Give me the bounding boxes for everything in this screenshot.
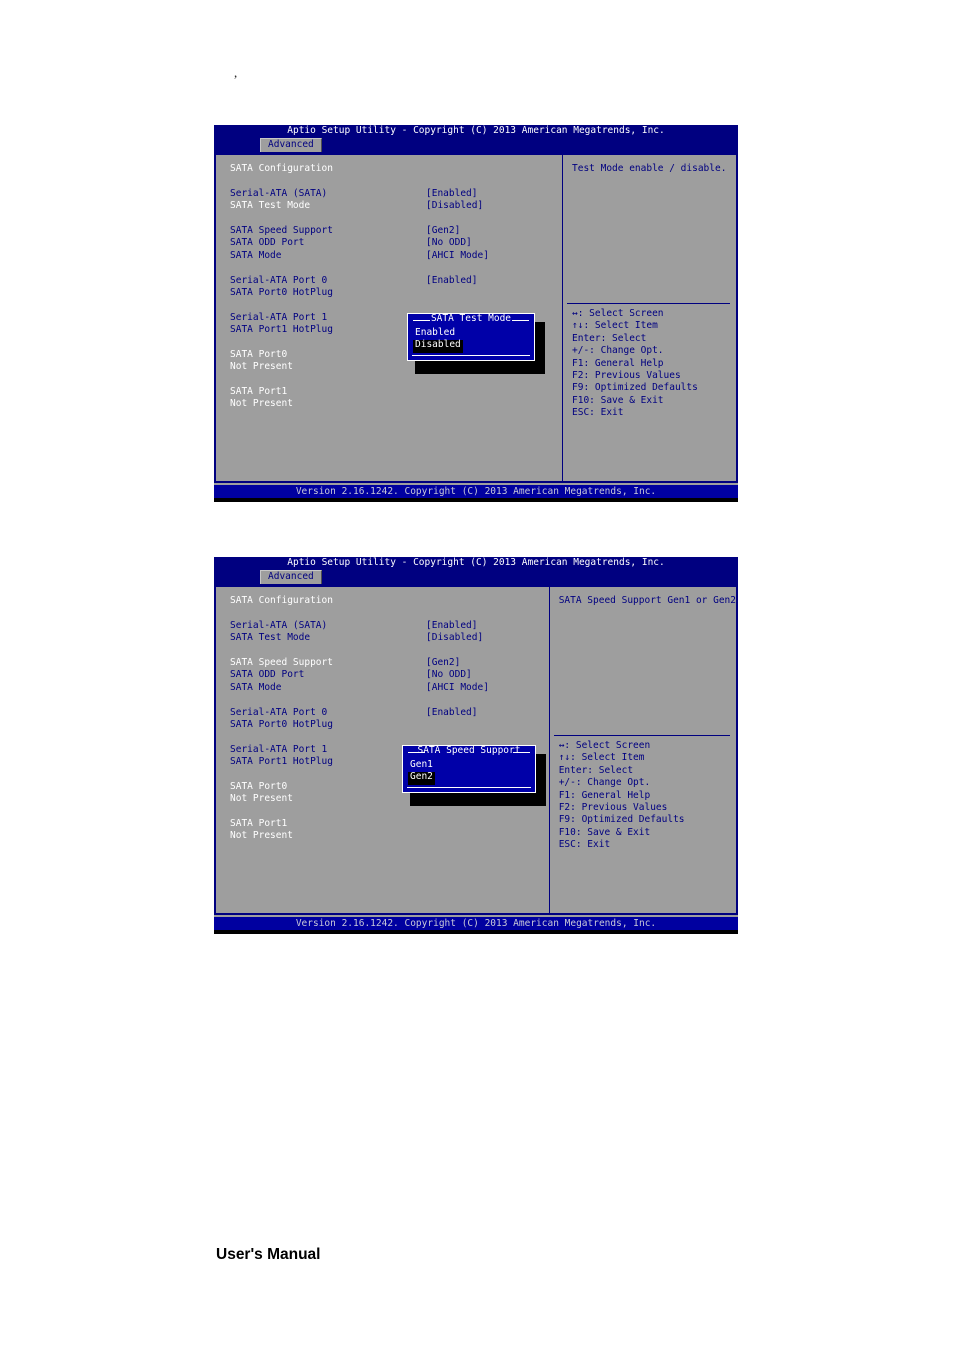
gap xyxy=(230,608,549,620)
setting-row-sata-mode[interactable]: SATA Mode [AHCI Mode] xyxy=(230,683,549,695)
bios-screenshot-sata-test-mode: Aptio Setup Utility - Copyright (C) 2013… xyxy=(214,125,738,502)
legend-esc-exit: ESC: Exit xyxy=(558,839,611,851)
popup-frame: SATA Test Mode Enabled Disabled xyxy=(407,313,535,361)
setting-row-sata-port0-hotplug[interactable]: SATA Port0 HotPlug xyxy=(230,720,549,732)
legend-optimized-defaults: F9: Optimized Defaults xyxy=(558,814,685,826)
popup-inner: SATA Speed Support Gen1 Gen2 xyxy=(403,746,535,792)
gap xyxy=(230,176,562,188)
legend-esc-exit: ESC: Exit xyxy=(572,407,624,419)
legend-change-opt: +/-: Change Opt. xyxy=(558,777,651,789)
popup-option-row[interactable]: Disabled xyxy=(413,340,533,353)
popup-bottom-rule xyxy=(412,354,530,356)
setting-row-sata-test-mode[interactable]: SATA Test Mode [Disabled] xyxy=(230,201,562,213)
tab-advanced[interactable]: Advanced xyxy=(260,570,322,584)
bios-footer-edge xyxy=(214,930,738,934)
bios-screenshot-sata-speed-support: Aptio Setup Utility - Copyright (C) 2013… xyxy=(214,557,738,934)
gap xyxy=(230,263,562,275)
setting-row-sata-mode[interactable]: SATA Mode [AHCI Mode] xyxy=(230,251,562,263)
bios-settings-panel: SATA Configuration Serial-ATA (SATA) [En… xyxy=(216,155,562,481)
bios-settings-panel: SATA Configuration Serial-ATA (SATA) [En… xyxy=(216,587,549,913)
help-text: Test Mode enable / disable. xyxy=(572,163,727,174)
bios-version-footer: Version 2.16.1242. Copyright (C) 2013 Am… xyxy=(214,915,738,930)
bios-help-panel: SATA Speed Support Gen1 or Gen2 ↔: Selec… xyxy=(550,587,736,913)
bios-help-panel: Test Mode enable / disable. ↔: Select Sc… xyxy=(563,155,736,481)
info-sata-port1-status: Not Present xyxy=(230,398,293,410)
gap xyxy=(230,300,562,312)
bios-title-bar: Aptio Setup Utility - Copyright (C) 2013… xyxy=(214,557,738,570)
bios-title-bar: Aptio Setup Utility - Copyright (C) 2013… xyxy=(214,125,738,138)
popup-inner: SATA Test Mode Enabled Disabled xyxy=(408,314,534,360)
section-heading: SATA Configuration xyxy=(230,595,333,606)
popup-title: SATA Test Mode xyxy=(430,313,512,324)
setting-row-sata-odd-port[interactable]: SATA ODD Port [No ODD] xyxy=(230,238,562,250)
bios-body: SATA Configuration Serial-ATA (SATA) [En… xyxy=(214,585,738,915)
legend-select-item: ↑↓: Select Item xyxy=(558,752,645,764)
legend-select-item: ↑↓: Select Item xyxy=(572,320,658,332)
stray-ink-mark: , xyxy=(234,65,238,80)
setting-row-sata-port0-hotplug[interactable]: SATA Port0 HotPlug xyxy=(230,288,562,300)
popup-title: SATA Speed Support xyxy=(417,745,521,756)
popup-option-disabled-selected[interactable]: Disabled xyxy=(413,340,463,353)
bios-tab-row: Advanced xyxy=(214,570,738,585)
key-legend: ↔: Select Screen ↑↓: Select Item Enter: … xyxy=(559,741,685,853)
gap xyxy=(230,695,549,707)
gap xyxy=(230,732,549,744)
info-sata-port1-status: Not Present xyxy=(230,830,293,842)
popup-frame: SATA Speed Support Gen1 Gen2 xyxy=(402,745,536,793)
legend-divider xyxy=(567,303,730,304)
tab-advanced[interactable]: Advanced xyxy=(260,138,322,152)
popup-title-rule-right xyxy=(512,320,529,321)
bios-version-footer: Version 2.16.1242. Copyright (C) 2013 Am… xyxy=(214,483,738,498)
setting-row-sata-test-mode[interactable]: SATA Test Mode [Disabled] xyxy=(230,633,549,645)
popup-option-row[interactable]: Gen2 xyxy=(408,772,534,785)
bios-body: SATA Configuration Serial-ATA (SATA) [En… xyxy=(214,153,738,483)
bios-tab-row: Advanced xyxy=(214,138,738,153)
popup-bottom-rule xyxy=(407,786,531,788)
section-heading: SATA Configuration xyxy=(230,163,333,174)
page-footer-label: User's Manual xyxy=(216,1246,321,1263)
legend-optimized-defaults: F9: Optimized Defaults xyxy=(572,382,698,394)
popup-option-gen2-selected[interactable]: Gen2 xyxy=(408,772,435,785)
help-text: SATA Speed Support Gen1 or Gen2 xyxy=(558,595,736,606)
popup-title-rule-right xyxy=(513,752,530,753)
key-legend: ↔: Select Screen ↑↓: Select Item Enter: … xyxy=(572,309,698,421)
legend-change-opt: +/-: Change Opt. xyxy=(572,345,664,357)
bios-footer-edge xyxy=(214,498,738,502)
setting-row-sata-odd-port[interactable]: SATA ODD Port [No ODD] xyxy=(230,670,549,682)
legend-divider xyxy=(553,735,730,736)
